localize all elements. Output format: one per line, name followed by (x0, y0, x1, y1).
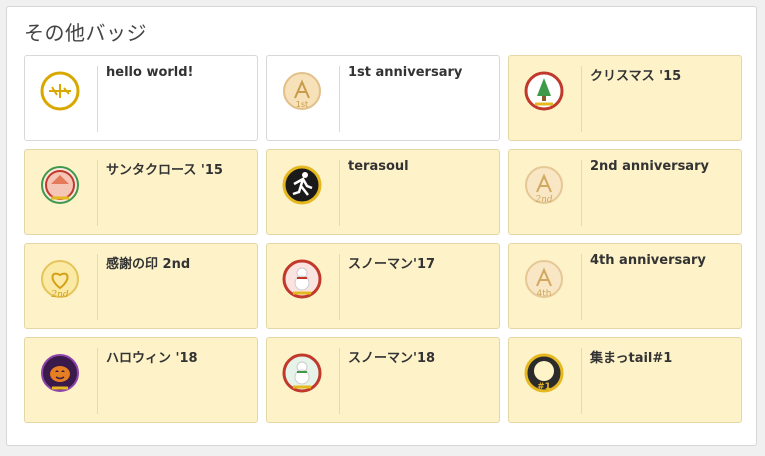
badge-label: terasoul (348, 159, 409, 174)
card-divider (97, 66, 98, 132)
christmas-tree-badge-icon (523, 70, 565, 112)
svg-text:4th: 4th (537, 289, 552, 299)
badge-card-snowman-17[interactable]: スノーマン'17 (266, 243, 500, 329)
badge-card-thanks-2nd[interactable]: 2nd 感謝の印 2nd (24, 243, 258, 329)
badge-card-1st-anniversary[interactable]: 1st 1st anniversary (266, 55, 500, 141)
card-divider (581, 66, 582, 132)
badge-card-atsumattail-1[interactable]: #1 集まっtail#1 (508, 337, 742, 423)
badge-label: 集まっtail#1 (590, 351, 673, 366)
badge-label: hello world! (106, 65, 194, 80)
svg-text:#1: #1 (537, 382, 551, 392)
badge-card-snowman-18[interactable]: スノーマン'18 (266, 337, 500, 423)
svg-text:2nd: 2nd (534, 195, 553, 205)
card-divider (339, 348, 340, 414)
first-anniversary-badge-icon: 1st (281, 70, 323, 112)
card-divider (97, 160, 98, 226)
badge-label: 4th anniversary (590, 253, 706, 268)
fourth-anniversary-badge-icon: 4th (523, 258, 565, 300)
badge-card-4th-anniversary[interactable]: 4th 4th anniversary (508, 243, 742, 329)
section-title: その他バッジ (24, 21, 147, 45)
card-divider (339, 160, 340, 226)
thanks-heart-badge-icon: 2nd (39, 258, 81, 300)
second-anniversary-badge-icon: 2nd (523, 164, 565, 206)
snowman-17-badge-icon (281, 258, 323, 300)
badge-label: スノーマン'17 (348, 257, 436, 272)
card-divider (581, 254, 582, 320)
hello-world-badge-icon (39, 70, 81, 112)
badge-card-santa-claus-15[interactable]: サンタクロース '15 (24, 149, 258, 235)
card-divider (339, 66, 340, 132)
halloween-pumpkin-badge-icon (39, 352, 81, 394)
snowman-18-badge-icon (281, 352, 323, 394)
badge-label: スノーマン'18 (348, 351, 436, 366)
santa-claus-badge-icon (39, 164, 81, 206)
card-divider (581, 348, 582, 414)
card-divider (339, 254, 340, 320)
badge-card-halloween-18[interactable]: ハロウィン '18 (24, 337, 258, 423)
badge-card-2nd-anniversary[interactable]: 2nd 2nd anniversary (508, 149, 742, 235)
terasoul-runner-badge-icon (281, 164, 323, 206)
badge-label: ハロウィン '18 (106, 351, 198, 366)
badge-label: 2nd anniversary (590, 159, 709, 174)
card-divider (97, 254, 98, 320)
badge-card-christmas-15[interactable]: クリスマス '15 (508, 55, 742, 141)
svg-text:1st: 1st (296, 100, 308, 109)
badge-card-hello-world[interactable]: hello world! (24, 55, 258, 141)
badge-card-terasoul[interactable]: terasoul (266, 149, 500, 235)
badge-label: 1st anniversary (348, 65, 463, 80)
atsumattail-ring-badge-icon: #1 (523, 352, 565, 394)
badge-label: クリスマス '15 (590, 69, 682, 84)
svg-text:2nd: 2nd (50, 290, 69, 300)
card-divider (581, 160, 582, 226)
other-badges-panel: その他バッジ hello world! 1st 1st anniversary (6, 6, 757, 446)
card-divider (97, 348, 98, 414)
badge-label: サンタクロース '15 (106, 163, 223, 178)
badge-label: 感謝の印 2nd (106, 257, 191, 272)
